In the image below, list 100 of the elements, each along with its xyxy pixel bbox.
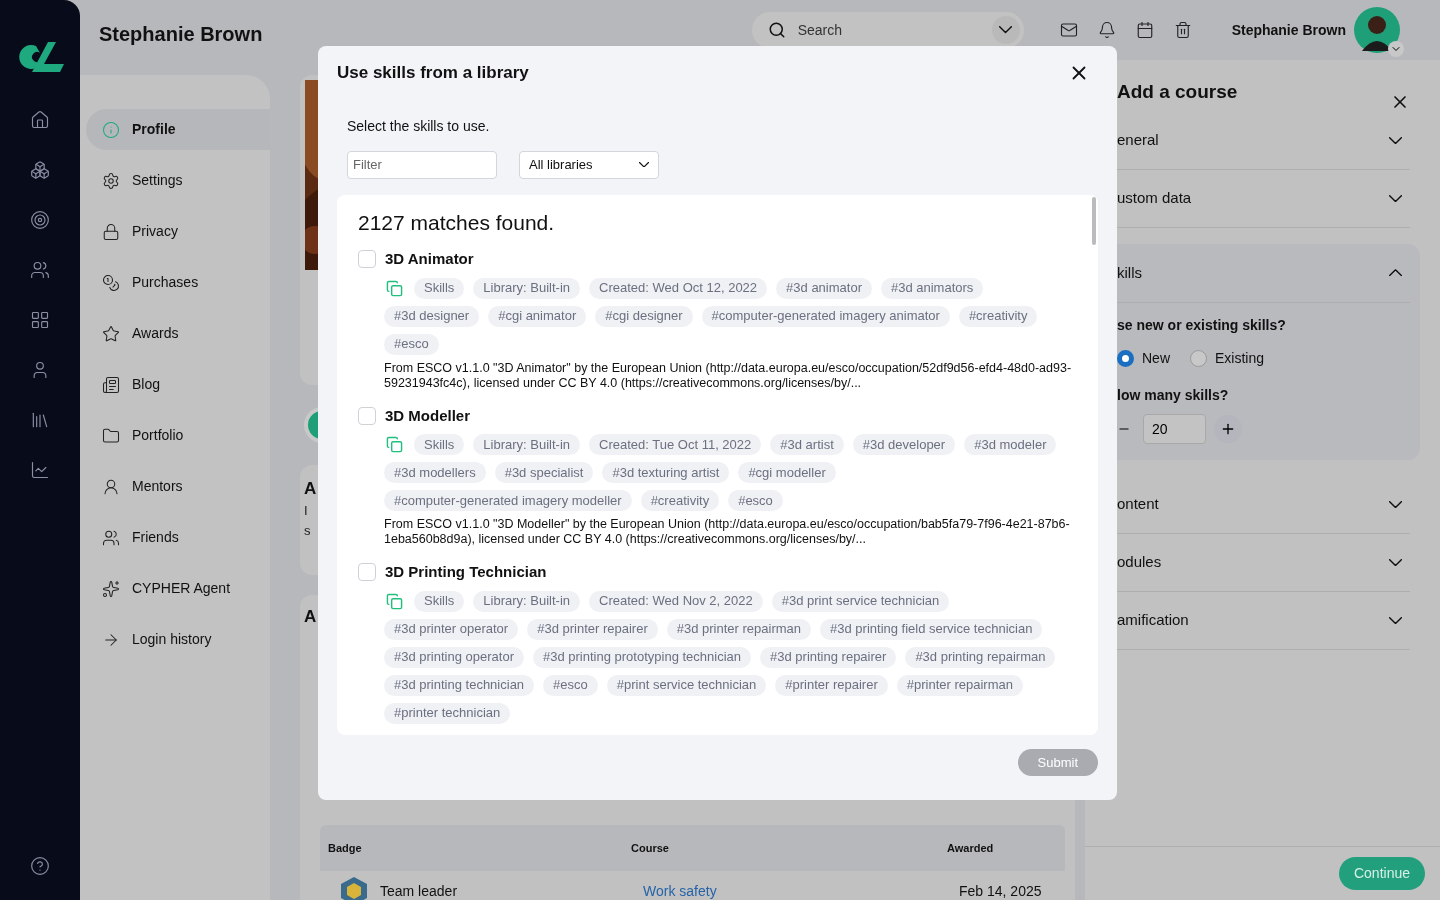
- chevron-icon[interactable]: [1389, 269, 1402, 277]
- checkbox[interactable]: [358, 406, 376, 425]
- checkbox[interactable]: [358, 563, 376, 582]
- skill-name: 3D Animator: [385, 249, 474, 269]
- people-icon: [102, 528, 120, 547]
- tag: #esco: [728, 490, 783, 511]
- chevron-icon[interactable]: [1389, 616, 1402, 625]
- tag: #cgi modeller: [738, 462, 836, 483]
- tag: #cgi designer: [595, 305, 693, 327]
- tag: #creativity: [640, 490, 720, 511]
- card-text: I: [304, 502, 308, 520]
- help-icon[interactable]: [30, 856, 50, 876]
- card-heading: A: [304, 606, 317, 628]
- nav-item[interactable]: CYPHER Agent: [86, 568, 270, 609]
- tag: #3d printer repairman: [666, 618, 812, 640]
- calendar-icon[interactable]: [1135, 21, 1154, 39]
- tag: Skills: [414, 277, 465, 299]
- mail-icon[interactable]: [1059, 21, 1078, 39]
- tag: Library: Built-in: [473, 434, 581, 455]
- tag: Skills: [414, 590, 465, 612]
- tag: #3d printing repairer: [760, 646, 897, 668]
- tag: #3d printer operator: [384, 618, 519, 640]
- grid-icon[interactable]: [30, 310, 50, 330]
- plus-icon: [1220, 421, 1236, 437]
- chevron-icon[interactable]: [1389, 194, 1402, 203]
- tag: #3d print service technician: [771, 590, 950, 612]
- chevron-icon[interactable]: [1389, 558, 1402, 567]
- tag: #3d animators: [880, 277, 984, 299]
- scrollbar-thumb[interactable]: [1092, 196, 1096, 245]
- settings-icon: [102, 171, 120, 190]
- match-count: 2127 matches found.: [358, 209, 556, 236]
- section-header[interactable]: kills: [1117, 244, 1410, 302]
- tag: #3d printing operator: [384, 646, 524, 668]
- tag: #computer-generated imagery animator: [701, 305, 950, 327]
- target-icon[interactable]: [30, 210, 50, 230]
- radio-button[interactable]: [1190, 350, 1207, 367]
- chevron-icon[interactable]: [1389, 136, 1402, 145]
- tag: #printer technician: [384, 702, 511, 724]
- person-icon: [102, 477, 120, 496]
- cubes-icon[interactable]: [30, 160, 50, 180]
- books-icon[interactable]: [30, 410, 50, 430]
- user-name: Stephanie Brown: [1231, 20, 1346, 40]
- instruction-text: Select the skills to use.: [347, 116, 491, 136]
- people-icon[interactable]: [30, 260, 50, 280]
- tag: Created: Wed Oct 12, 2022: [589, 277, 768, 299]
- column-header: Awarded: [947, 840, 995, 856]
- skill-name: 3D Modeller: [385, 405, 471, 426]
- card-text: s: [304, 522, 311, 540]
- search-field[interactable]: Search: [797, 19, 980, 41]
- nav-item[interactable]: Awards: [86, 313, 270, 354]
- chevron-icon[interactable]: [1389, 500, 1402, 509]
- card-heading: A: [304, 478, 317, 500]
- nav-item[interactable]: Privacy: [86, 211, 270, 252]
- tag: Skills: [414, 434, 465, 455]
- checkbox[interactable]: [358, 250, 376, 269]
- sparkle-icon: [102, 579, 120, 598]
- radio-label: New: [1142, 349, 1170, 368]
- tag: #3d modellers: [384, 462, 486, 483]
- tag: #printer repairman: [896, 674, 1023, 696]
- library-select[interactable]: All libraries: [519, 150, 659, 179]
- filter-field[interactable]: Filter: [347, 150, 497, 179]
- course-link[interactable]: Work safety: [643, 880, 717, 900]
- nav-item[interactable]: Portfolio: [86, 415, 270, 456]
- tag: #3d designer: [384, 305, 480, 327]
- nav-item[interactable]: Settings: [86, 160, 270, 201]
- home-icon[interactable]: [30, 110, 50, 130]
- nav-item[interactable]: Blog: [86, 364, 270, 405]
- radio-button[interactable]: [1117, 350, 1134, 367]
- tag: Created: Tue Oct 11, 2022: [589, 434, 762, 455]
- nav-item[interactable]: Profile: [86, 109, 270, 150]
- nav-item[interactable]: Purchases: [86, 262, 270, 303]
- tag: #3d printer repairer: [527, 618, 658, 640]
- skill-description: From ESCO v1.1.0 "3D Animator" by the European Union (http://data.europa.eu/esco/occupation/52df9d56-efd4-48d0-ad93-59231943fc4c), licensed under CC BY 4.0 (https://creativecommons.org/licenses/by/...: [383, 360, 1073, 391]
- avatar[interactable]: [1354, 7, 1400, 53]
- nav-item[interactable]: Login history: [86, 619, 270, 660]
- tag: #print service technician: [606, 674, 767, 696]
- tag: #3d printing field service technician: [820, 618, 1043, 640]
- count-field[interactable]: 20: [1143, 414, 1206, 444]
- search-bar[interactable]: Search: [751, 12, 1024, 48]
- folder-icon: [102, 426, 120, 445]
- tag: #3d printing repairman: [905, 646, 1056, 668]
- table-cell-text: Team leader: [380, 881, 458, 900]
- star-icon: [102, 324, 120, 343]
- tag: #esco: [543, 674, 598, 696]
- chevron-icon[interactable]: [999, 26, 1013, 34]
- skill-description: From ESCO v1.1.0 "3D Modeller" by the European Union (http://data.europa.eu/esco/occupation/bab5fa79-7f96-4e21-87b6-1eba560b8d9a), licensed under CC BY 4.0 (https://creativecommons.org/licenses/by/...: [383, 517, 1071, 547]
- dropdown-button[interactable]: [991, 16, 1020, 44]
- tag: #cgi animator: [488, 305, 587, 327]
- drawer-title: Add a course: [1117, 79, 1238, 104]
- lock-icon: [102, 222, 120, 241]
- trash-icon[interactable]: [1173, 21, 1192, 39]
- tag: #3d texturing artist: [602, 462, 730, 483]
- nav-item[interactable]: Mentors: [86, 466, 270, 507]
- tag: #creativity: [958, 305, 1038, 327]
- plus-button[interactable]: [1214, 415, 1242, 443]
- chart-icon[interactable]: [30, 460, 50, 480]
- nav-item[interactable]: Friends: [86, 517, 270, 558]
- caret-icon[interactable]: [639, 161, 649, 168]
- tag: Library: Built-in: [473, 277, 581, 299]
- bell-icon[interactable]: [1097, 21, 1116, 39]
